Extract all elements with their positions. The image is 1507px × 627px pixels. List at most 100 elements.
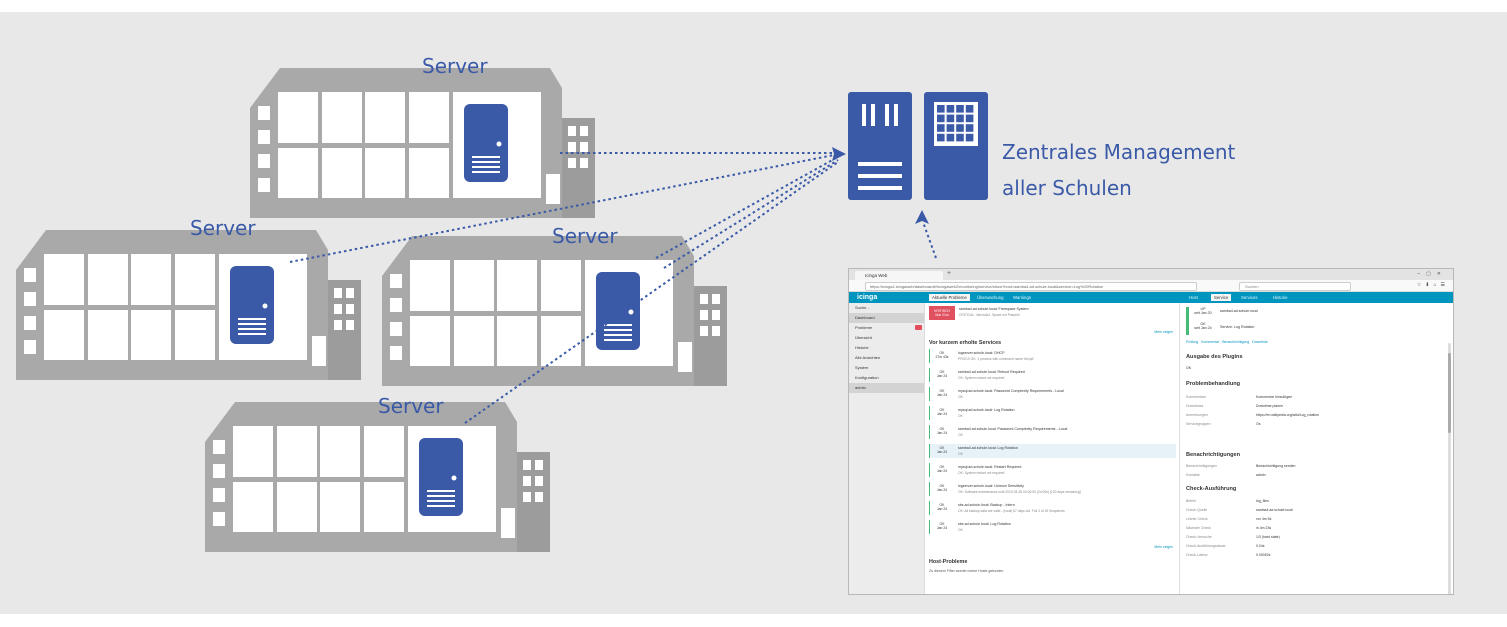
service-name: samba4.ad.schule.local: Reboot Required [958,370,1025,374]
host-name: samba4.ad.schule.local [1220,309,1258,313]
tab-warnings[interactable]: Warnings [1013,295,1031,300]
action-downtime[interactable]: Downtime [1252,340,1268,344]
service-name: Service: Log Rotation [1220,325,1255,329]
service-output: OK [958,433,963,437]
browser-tab[interactable]: Icinga Web [855,271,943,280]
service-name: mysql.ad.schule.local: Password Complexi… [958,389,1064,393]
recent-service-row[interactable]: OK Jan 24 logserver.schule.local: Unimon S… [929,482,1176,496]
window-controls[interactable]: –▢✕ [1417,271,1447,277]
sidebar-item-konfiguration[interactable]: Konfiguration [849,373,924,383]
sidebar-item-historie[interactable]: Historie [849,343,924,353]
recent-service-row[interactable]: OK Jan 24 mysql.ad.schule.local: Password … [929,387,1176,401]
sidebar-item-dashboard[interactable]: Dashboard [849,313,924,323]
detail-row: Benachrichtigungen Benachrichtigung sende… [1186,464,1436,472]
tab-aktuelle-probleme[interactable]: Aktuelle Probleme [929,294,970,301]
sidebar-item-system[interactable]: System [849,363,924,373]
service-state: OK Jan 24 [936,484,948,492]
recent-service-row[interactable]: OK Jan 24 mysql.ad.schule.local: Restart R… [929,463,1176,477]
detail-value: Downtime planen [1256,404,1284,408]
host-problems-title: Host-Probleme [929,559,968,565]
more-link-1[interactable]: Mehr zeigen [1154,330,1173,334]
more-link-2[interactable]: Mehr zeigen [1154,545,1173,549]
detail-actions: Prüfung Kommentar Benachrichtigung Downt… [1186,340,1268,344]
browser-search[interactable]: Suchen [1239,282,1351,291]
service-name: sbs.ad.schule.local: Log Rotation [958,522,1011,526]
detail-value: 0.00052s [1256,553,1271,557]
service-output: OK [958,528,963,532]
service-output: OK [958,414,963,418]
detail-value: admin [1256,473,1266,477]
recent-service-row[interactable]: OK Jan 24 sbs.ad.schule.local: Backup - In… [929,501,1176,515]
building-bottom [205,402,550,552]
recent-service-row[interactable]: OK Jan 24 sbs.ad.schule.local: Log Rotatio… [929,520,1176,534]
icinga-logo: icinga [857,294,878,301]
tab-services[interactable]: Services [1241,295,1257,300]
browser-search-placeholder: Suchen [1245,284,1259,289]
tab-service[interactable]: Service [1211,294,1232,301]
sidebar-item-alle-ansichten[interactable]: Alle Ansichten [849,353,924,363]
detail-row: Servicegruppen Os [1186,422,1436,430]
service-state: OK Jan 24 [936,427,948,435]
detail-key: Anmerkungen [1186,413,1208,417]
detail-scrollbar[interactable] [1448,343,1451,594]
critical-service[interactable]: samba4.ad.schule.local: Freespace System [959,307,1029,311]
recent-service-row[interactable]: OK Jan 24 mysql.ad.schule.local: Log Rotat… [929,406,1176,420]
service-state: OK Jan 24 [936,522,948,530]
host-state-since: seit Jan 20 [1194,311,1212,315]
detail-row: Letzter Check vor 4m 5s [1186,517,1436,525]
detail-value: 0.04s [1256,544,1265,548]
management-label-line1: Zentrales Management [1002,140,1236,164]
tab-ueberwachung[interactable]: Überwachung [977,295,1004,300]
service-output: OK: Software maintenance until 2019-03-2… [958,490,1081,494]
service-name: samba4.ad.schule.local: Password Complex… [958,427,1068,431]
service-name: logserver.schule.local: DHCP [958,351,1005,355]
detail-value: Kommentar hinzufügen [1256,395,1293,399]
action-notification[interactable]: Benachrichtigung [1222,340,1249,344]
host-problems-text: Zu diesem Filter wurden keine Hosts gefu… [929,569,1005,573]
icinga-sidebar: Suche... Dashboard Probleme Übersicht Hi… [849,303,925,594]
detail-value: Os [1256,422,1261,426]
service-name: logserver.schule.local: Unimon Sensitivi… [958,484,1024,488]
browser-urlbar: https://icinga2.icingaweb/dashboard#!/ic… [849,280,1453,292]
sidebar-item-uebersicht[interactable]: Übersicht [849,333,924,343]
detail-key: Nächster Check [1186,526,1211,530]
browser-tab-title: Icinga Web [865,273,888,278]
recent-title: Vor kurzem erholte Services [929,340,1002,346]
recent-service-row[interactable]: OK Jan 24 samba4.ad.schule.local: Password… [929,425,1176,439]
address-bar[interactable]: https://icinga2.icingaweb/dashboard#!/ic… [865,282,1197,291]
detail-row: Anmerkungen https://en.wikipedia.org/wiki… [1186,413,1436,421]
service-state: OK seit Jan 24 [1194,322,1212,330]
service-name: mysql.ad.schule.local: Log Rotation [958,408,1015,412]
tab-host[interactable]: Host [1189,295,1198,300]
browser-toolbar-icons[interactable]: ☆⬇⌂☰ [1417,282,1449,288]
tab-historie[interactable]: Historie [1273,295,1288,300]
service-name: mysql.ad.schule.local: Restart Required [958,465,1022,469]
recent-service-row[interactable]: OK 27m 43s logserver.schule.local: DHCP PRO… [929,349,1176,363]
recent-service-row[interactable]: OK Jan 24 samba4.ad.schule.local: Reboot R… [929,368,1176,382]
scrollbar-thumb[interactable] [1448,353,1451,433]
detail-row: Check-Ausführungsdauer 0.04s [1186,544,1436,552]
detail-key: Servicegruppen [1186,422,1211,426]
sidebar-item-probleme[interactable]: Probleme [849,323,924,333]
detail-value: samba4.ad.schule.local [1256,508,1293,512]
sidebar-search[interactable]: Suche... [849,303,924,313]
service-name: samba4.ad.schule.local: Log Rotation [958,446,1018,450]
notifications-title: Benachrichtigungen [1186,452,1241,458]
critical-state-badge: KRITISCH Mar 21st [929,306,955,320]
new-tab-icon[interactable]: + [947,270,951,277]
management-grid-icon [924,92,988,200]
detail-key: Check-Quelle [1186,508,1208,512]
sidebar-item-admin[interactable]: admin [849,383,924,393]
action-check[interactable]: Prüfung [1186,340,1198,344]
check-execution-title: Check-Ausführung [1186,486,1237,492]
management-label-line2: aller Schulen [1002,176,1132,200]
detail-row: Check-Versuche 1/3 (hard state) [1186,535,1436,543]
detail-value: log_files [1256,499,1269,503]
dashboard-column: KRITISCH Mar 21st samba4.ad.schule.local:… [925,303,1180,594]
detail-key: Kommentare [1186,395,1207,399]
detail-key: Kontakte [1186,473,1200,477]
recent-service-row[interactable]: OK Jan 24 samba4.ad.schule.local: Log Rota… [929,444,1176,458]
action-comment[interactable]: Kommentar [1201,340,1219,344]
problem-handling-title: Problembehandlung [1186,381,1241,387]
browser-tabbar: Icinga Web + –▢✕ [849,269,1453,280]
